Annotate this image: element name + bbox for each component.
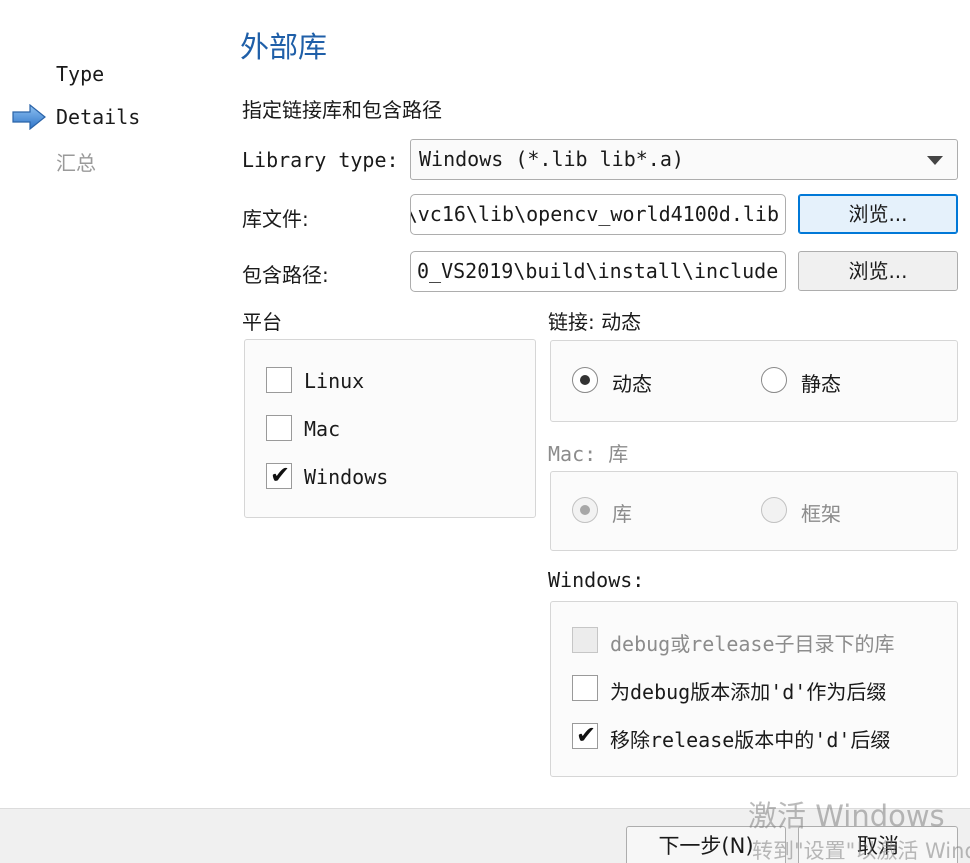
add-d-suffix-checkbox[interactable]	[572, 675, 598, 701]
mac-framework-radio	[761, 497, 787, 523]
platform-windows-label[interactable]: Windows	[304, 465, 388, 489]
include-path-input[interactable]: 0_VS2019\build\install\include	[410, 251, 786, 292]
mac-library-label: 库	[612, 502, 632, 526]
library-type-label: Library type:	[242, 148, 399, 172]
linkage-label: 链接: 动态	[548, 310, 642, 334]
checkmark-icon: ✔	[576, 721, 597, 749]
library-file-input[interactable]: \vc16\lib\opencv_world4100d.lib	[410, 194, 786, 235]
checkmark-icon: ✔	[270, 461, 291, 489]
step-details: Details	[56, 105, 141, 129]
include-path-label: 包含路径:	[242, 263, 329, 287]
page-title: 外部库	[240, 30, 328, 64]
page-subtitle: 指定链接库和包含路径	[242, 98, 442, 122]
platform-windows-checkbox[interactable]: ✔	[266, 461, 292, 489]
add-d-suffix-label[interactable]: 为debug版本添加'd'作为后缀	[610, 676, 886, 705]
library-file-value: \vc16\lib\opencv_world4100d.lib	[410, 202, 779, 226]
platform-mac-label[interactable]: Mac	[304, 417, 340, 441]
platform-mac-checkbox[interactable]	[266, 415, 292, 441]
mac-framework-label: 框架	[801, 502, 841, 526]
library-file-label: 库文件:	[242, 207, 309, 231]
step-summary: 汇总	[56, 151, 96, 175]
library-type-select[interactable]: Windows (*.lib lib*.a)	[410, 139, 958, 180]
remove-d-suffix-checkbox[interactable]: ✔	[572, 721, 598, 749]
mac-label: Mac: 库	[548, 442, 629, 466]
library-file-browse-button[interactable]: 浏览...	[798, 194, 958, 234]
linkage-static-radio[interactable]	[761, 367, 787, 393]
platform-label: 平台	[242, 310, 282, 334]
include-path-value: 0_VS2019\build\install\include	[417, 259, 779, 283]
debug-release-subdir-checkbox	[572, 627, 598, 653]
debug-release-subdir-label: debug或release子目录下的库	[610, 632, 895, 656]
library-type-value: Windows (*.lib lib*.a)	[419, 147, 684, 171]
platform-linux-checkbox[interactable]	[266, 367, 292, 393]
current-step-arrow-icon	[12, 104, 46, 130]
platform-linux-label[interactable]: Linux	[304, 369, 364, 393]
chevron-down-icon	[927, 156, 943, 165]
activation-watermark-title: 激活 Windows	[748, 799, 945, 833]
linkage-dynamic-radio[interactable]	[572, 367, 598, 393]
windows-label: Windows:	[548, 568, 645, 592]
linkage-static-label[interactable]: 静态	[801, 368, 841, 397]
mac-library-radio	[572, 497, 598, 523]
linkage-dynamic-label[interactable]: 动态	[612, 368, 652, 397]
step-type: Type	[56, 62, 105, 86]
remove-d-suffix-label[interactable]: 移除release版本中的'd'后缀	[610, 724, 890, 753]
include-path-browse-button[interactable]: 浏览...	[798, 251, 958, 291]
activation-watermark-subtitle: 转到"设置"以激活 Windows。	[752, 839, 970, 863]
